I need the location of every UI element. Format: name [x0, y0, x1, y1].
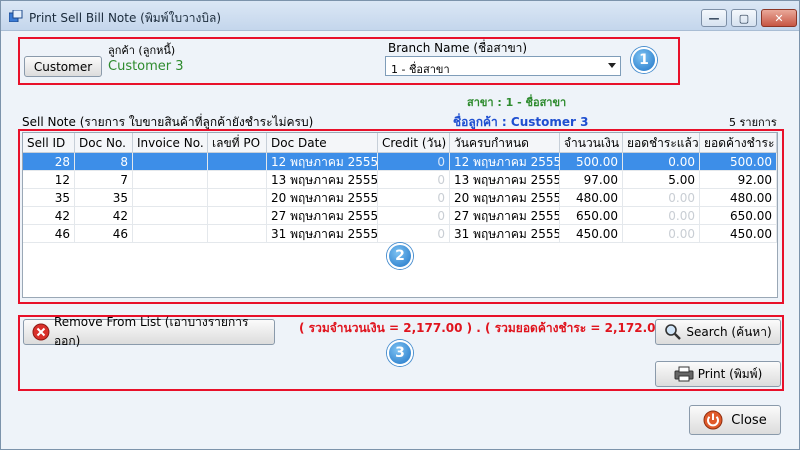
customer-field[interactable]: Customer 3 [108, 59, 368, 77]
table-body: 28 8 12 พฤษภาคม 2555 0 12 พฤษภาคม 2555 500.00… [23, 153, 777, 243]
cell-due-date: 20 พฤษภาคม 2555 [450, 189, 560, 206]
table-header: Sell ID Doc No. Invoice No. เลขที่ PO Do… [23, 133, 777, 153]
col-balance[interactable]: ยอดค้างชำระ [700, 133, 777, 152]
close-button-label: Close [731, 412, 767, 428]
cell-sell-id: 12 [23, 171, 75, 188]
col-doc-no[interactable]: Doc No. [75, 133, 133, 152]
cell-amount: 450.00 [560, 225, 623, 242]
cell-balance: 450.00 [700, 225, 777, 242]
cell-amount: 650.00 [560, 207, 623, 224]
cell-doc-no: 35 [75, 189, 133, 206]
cell-due-date: 13 พฤษภาคม 2555 [450, 171, 560, 188]
close-window-button[interactable]: ✕ [761, 9, 797, 27]
table-row[interactable]: 28 8 12 พฤษภาคม 2555 0 12 พฤษภาคม 2555 500.00… [23, 153, 777, 171]
cell-credit: 0 [378, 207, 450, 224]
cell-paid: 0.00 [623, 153, 700, 170]
cell-due-date: 27 พฤษภาคม 2555 [450, 207, 560, 224]
cell-po [208, 171, 267, 188]
cell-invoice-no [133, 207, 208, 224]
cell-po [208, 207, 267, 224]
step-badge-3: 3 [387, 340, 413, 366]
col-paid[interactable]: ยอดชำระแล้ว [623, 133, 700, 152]
search-button-label: Search (ค้นหา) [686, 324, 772, 339]
cell-doc-date: 20 พฤษภาคม 2555 [267, 189, 378, 206]
cell-invoice-no [133, 189, 208, 206]
col-doc-date[interactable]: Doc Date [267, 133, 378, 152]
col-sell-id[interactable]: Sell ID [23, 133, 75, 152]
cell-doc-no: 7 [75, 171, 133, 188]
print-sell-bill-note-window: Print Sell Bill Note (พิมพ์ใบวางบิล) — ▢… [0, 0, 800, 450]
customer-button[interactable]: Customer [24, 56, 102, 77]
cell-amount: 480.00 [560, 189, 623, 206]
search-icon [665, 324, 682, 340]
chevron-down-icon [608, 63, 616, 68]
table-row[interactable]: 12 7 13 พฤษภาคม 2555 0 13 พฤษภาคม 2555 97.00 5… [23, 171, 777, 189]
table-row[interactable]: 46 46 31 พฤษภาคม 2555 0 31 พฤษภาคม 2555 450.0… [23, 225, 777, 243]
col-amount[interactable]: จำนวนเงิน [560, 133, 623, 152]
cell-balance: 92.00 [700, 171, 777, 188]
cell-amount: 97.00 [560, 171, 623, 188]
print-button[interactable]: Print (พิมพ์) [655, 361, 781, 387]
cell-balance: 650.00 [700, 207, 777, 224]
cell-amount: 500.00 [560, 153, 623, 170]
search-button[interactable]: Search (ค้นหา) [655, 319, 781, 345]
cell-doc-date: 27 พฤษภาคม 2555 [267, 207, 378, 224]
maximize-button[interactable]: ▢ [731, 9, 757, 27]
power-icon [703, 410, 723, 430]
cell-credit: 0 [378, 153, 450, 170]
table-row[interactable]: 42 42 27 พฤษภาคม 2555 0 27 พฤษภาคม 2555 650.0… [23, 207, 777, 225]
cell-due-date: 12 พฤษภาคม 2555 [450, 153, 560, 170]
minimize-button[interactable]: — [701, 9, 727, 27]
cell-doc-no: 46 [75, 225, 133, 242]
col-po[interactable]: เลขที่ PO [208, 133, 267, 152]
branch-select-value: 1 - ชื่อสาขา [391, 63, 450, 76]
cell-sell-id: 28 [23, 153, 75, 170]
cell-paid: 0.00 [623, 225, 700, 242]
cell-invoice-no [133, 225, 208, 242]
cell-invoice-no [133, 153, 208, 170]
cell-doc-date: 12 พฤษภาคม 2555 [267, 153, 378, 170]
sell-note-table[interactable]: Sell ID Doc No. Invoice No. เลขที่ PO Do… [22, 132, 778, 298]
cell-paid: 5.00 [623, 171, 700, 188]
printer-icon [674, 366, 694, 382]
window-title: Print Sell Bill Note (พิมพ์ใบวางบิล) [29, 11, 222, 25]
close-button[interactable]: Close [689, 405, 781, 435]
remove-button-label: Remove From List (เอาบางรายการออก) [53, 315, 249, 348]
branch-info: สาขา : 1 - ชื่อสาขา [467, 96, 567, 109]
step-badge-2: 2 [387, 243, 413, 269]
cell-invoice-no [133, 171, 208, 188]
cell-due-date: 31 พฤษภาคม 2555 [450, 225, 560, 242]
cell-sell-id: 35 [23, 189, 75, 206]
title-bar: Print Sell Bill Note (พิมพ์ใบวางบิล) — ▢… [1, 1, 799, 31]
cell-balance: 480.00 [700, 189, 777, 206]
table-row[interactable]: 35 35 20 พฤษภาคม 2555 0 20 พฤษภาคม 2555 480.0… [23, 189, 777, 207]
col-credit[interactable]: Credit (วัน) [378, 133, 450, 152]
step-badge-1: 1 [631, 47, 657, 73]
cell-paid: 0.00 [623, 189, 700, 206]
cell-credit: 0 [378, 225, 450, 242]
cell-po [208, 153, 267, 170]
app-icon [9, 10, 23, 22]
cell-credit: 0 [378, 189, 450, 206]
cell-po [208, 189, 267, 206]
cell-balance: 500.00 [700, 153, 777, 170]
cell-doc-date: 13 พฤษภาคม 2555 [267, 171, 378, 188]
remove-from-list-button[interactable]: Remove From List (เอาบางรายการออก) [23, 315, 275, 348]
remove-icon [32, 323, 50, 341]
cell-sell-id: 42 [23, 207, 75, 224]
cell-doc-no: 42 [75, 207, 133, 224]
customer-button-label: Customer [33, 59, 93, 74]
col-invoice-no[interactable]: Invoice No. [133, 133, 208, 152]
branch-select[interactable]: 1 - ชื่อสาขา [385, 56, 621, 76]
cell-sell-id: 46 [23, 225, 75, 242]
col-due-date[interactable]: วันครบกำหนด [450, 133, 560, 152]
cell-doc-no: 8 [75, 153, 133, 170]
cell-credit: 0 [378, 171, 450, 188]
customer-label: ลูกค้า (ลูกหนี้) [108, 44, 176, 57]
summary-totals: ( รวมจำนวนเงิน = 2,177.00 ) . ( รวมยอดค้… [299, 321, 674, 335]
print-button-label: Print (พิมพ์) [697, 366, 763, 381]
cell-paid: 0.00 [623, 207, 700, 224]
cell-po [208, 225, 267, 242]
cell-doc-date: 31 พฤษภาคม 2555 [267, 225, 378, 242]
